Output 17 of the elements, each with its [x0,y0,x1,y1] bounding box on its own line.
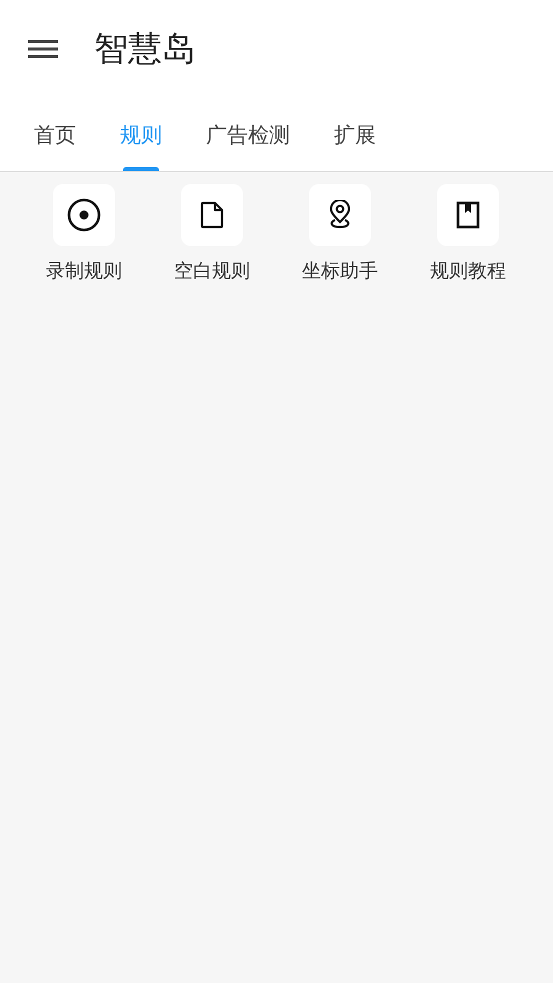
record-icon [67,198,101,232]
tool-label: 空白规则 [174,259,250,284]
location-button[interactable] [309,184,371,246]
tab[interactable]: 广告检测 [184,98,312,171]
record-button[interactable] [53,184,115,246]
blank-rule-button[interactable] [181,184,243,246]
bookmark-icon [455,201,481,229]
tab[interactable]: 首页 [12,98,98,171]
tool-label: 坐标助手 [302,259,378,284]
tutorial-button[interactable] [437,184,499,246]
location-pin-icon [327,200,353,230]
menu-icon[interactable] [28,39,58,59]
tool-label: 规则教程 [430,259,506,284]
tab[interactable]: 扩展 [312,98,398,171]
app-title: 智慧岛 [94,28,196,71]
document-icon [199,201,225,229]
tool-label: 录制规则 [46,259,122,284]
